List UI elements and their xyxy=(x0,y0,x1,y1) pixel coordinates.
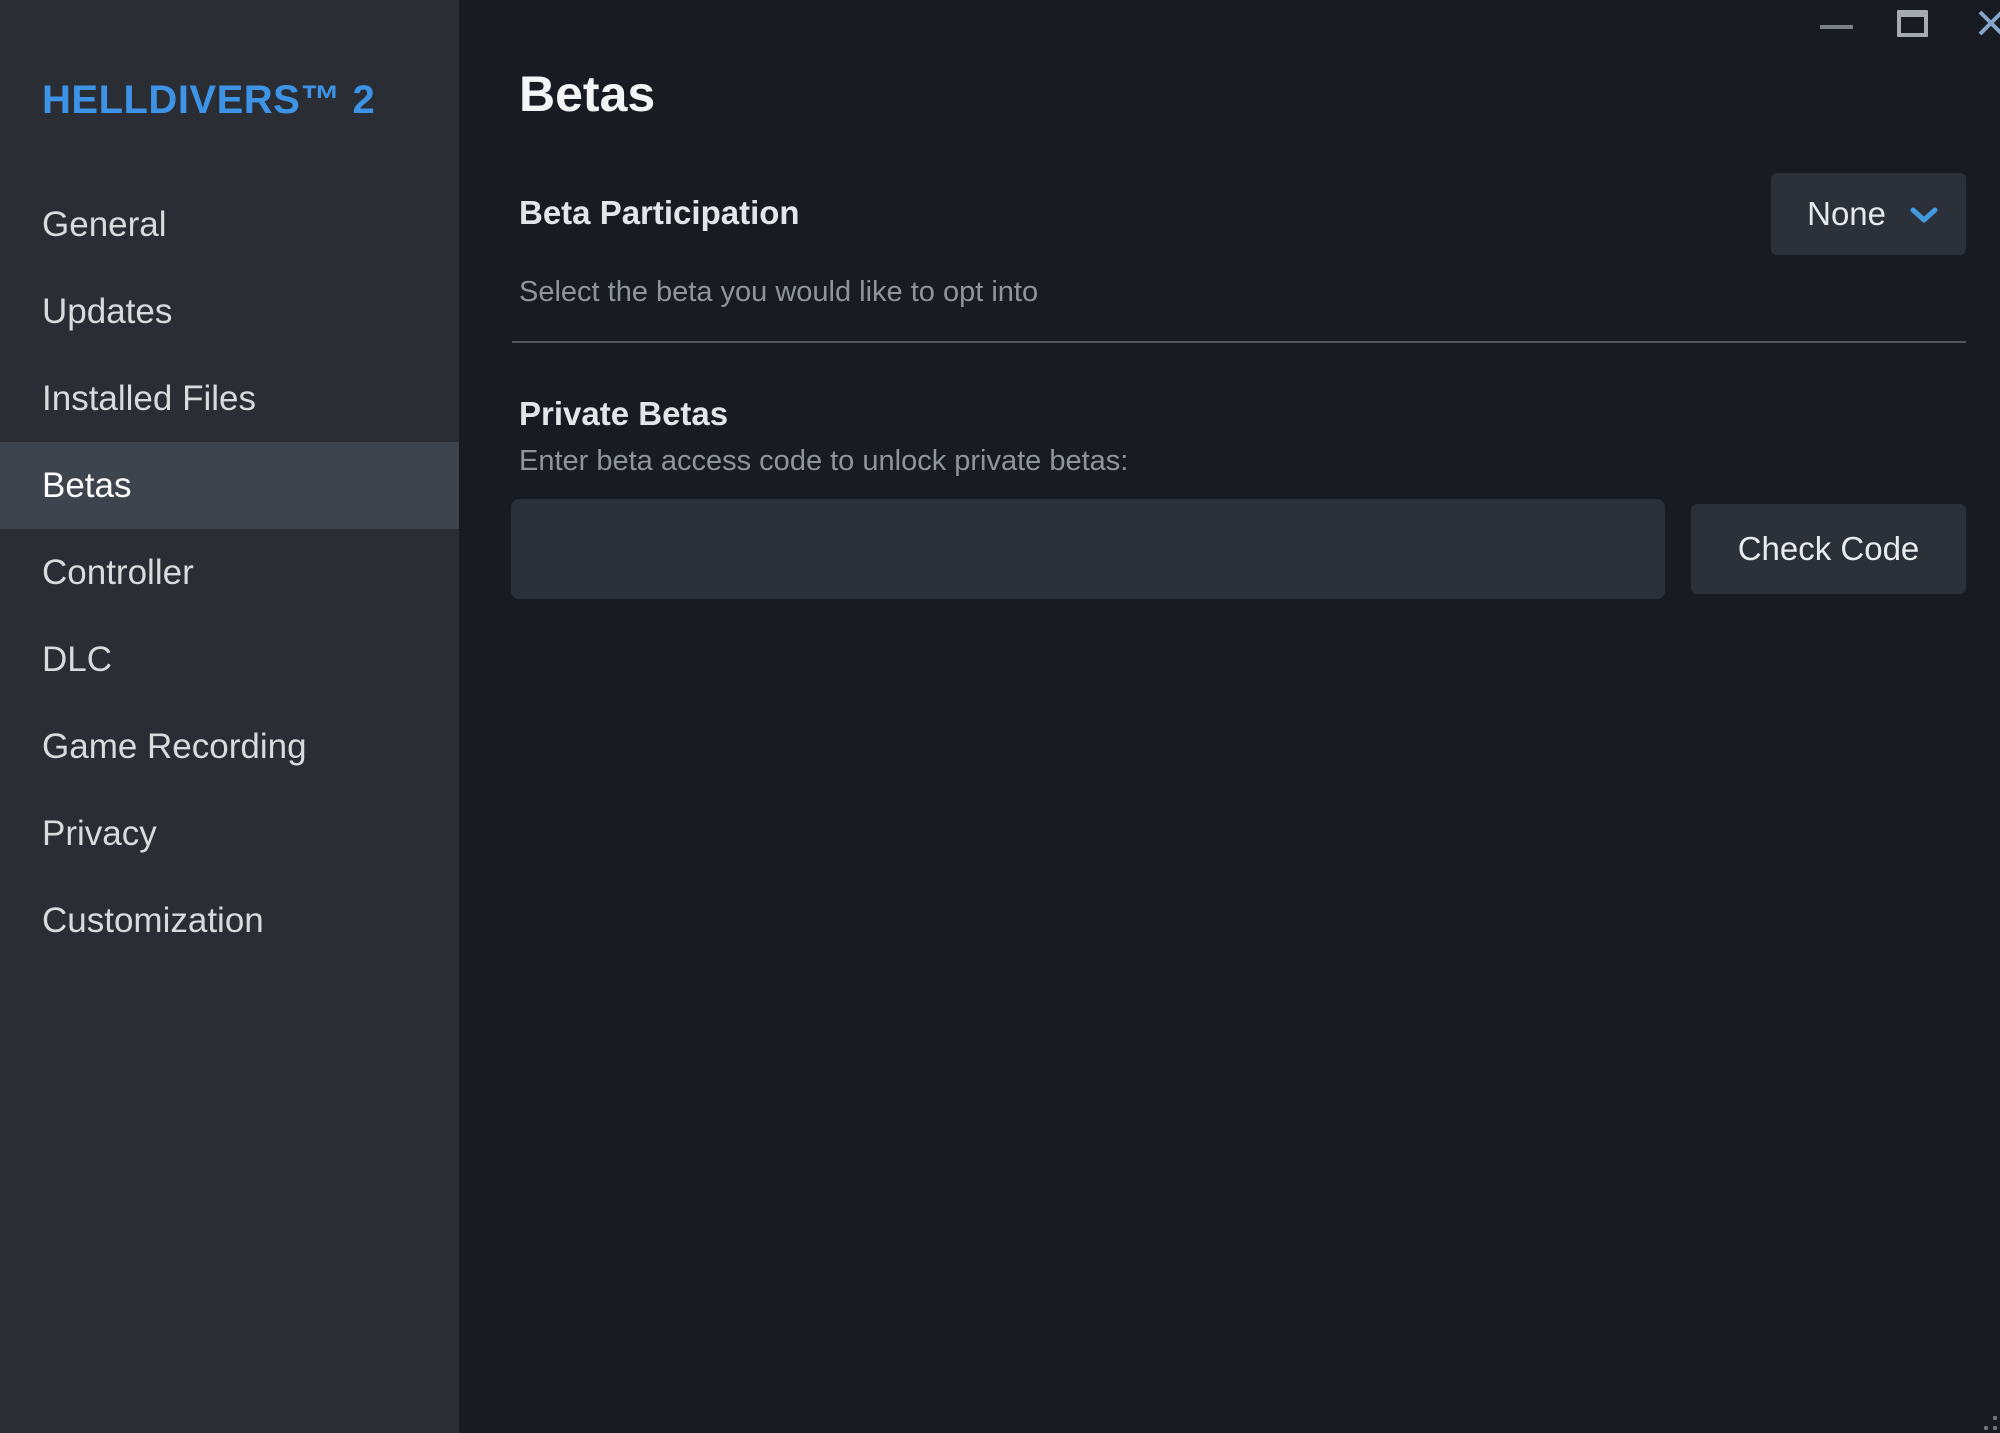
close-icon xyxy=(1975,7,2000,39)
beta-participation-row: Beta Participation None xyxy=(519,173,1966,255)
beta-code-input[interactable] xyxy=(511,499,1665,599)
sidebar-item-controller[interactable]: Controller xyxy=(0,529,459,616)
sidebar-item-game-recording[interactable]: Game Recording xyxy=(0,703,459,790)
sidebar-item-updates[interactable]: Updates xyxy=(0,268,459,355)
maximize-icon xyxy=(1897,10,1928,37)
beta-participation-dropdown[interactable]: None xyxy=(1771,173,1966,255)
close-button[interactable] xyxy=(1967,0,2000,46)
beta-code-row: Check Code xyxy=(511,499,1966,599)
minimize-button[interactable] xyxy=(1812,0,1860,46)
section-divider xyxy=(512,341,1966,343)
sidebar-item-general[interactable]: General xyxy=(0,181,459,268)
beta-participation-selected-value: None xyxy=(1807,195,1886,233)
beta-participation-description: Select the beta you would like to opt in… xyxy=(519,272,1966,313)
game-title: HELLDIVERS™ 2 xyxy=(42,76,459,124)
sidebar-item-dlc[interactable]: DLC xyxy=(0,616,459,703)
sidebar-item-privacy[interactable]: Privacy xyxy=(0,790,459,877)
maximize-button[interactable] xyxy=(1888,0,1936,46)
chevron-down-icon xyxy=(1910,206,1938,224)
minimize-icon xyxy=(1820,25,1853,29)
sidebar: HELLDIVERS™ 2 General Updates Installed … xyxy=(0,0,459,1433)
sidebar-nav: General Updates Installed Files Betas Co… xyxy=(0,181,459,964)
sidebar-item-installed-files[interactable]: Installed Files xyxy=(0,355,459,442)
beta-participation-label: Beta Participation xyxy=(519,192,800,235)
private-betas-label: Private Betas xyxy=(519,393,1966,436)
main-content: Betas Beta Participation None Select the… xyxy=(459,0,2000,1433)
sidebar-item-customization[interactable]: Customization xyxy=(0,877,459,964)
resize-grip[interactable] xyxy=(1978,1411,2000,1433)
sidebar-item-betas[interactable]: Betas xyxy=(0,442,459,529)
private-betas-description: Enter beta access code to unlock private… xyxy=(519,441,1966,482)
check-code-button[interactable]: Check Code xyxy=(1691,504,1966,594)
page-title: Betas xyxy=(519,66,1966,124)
